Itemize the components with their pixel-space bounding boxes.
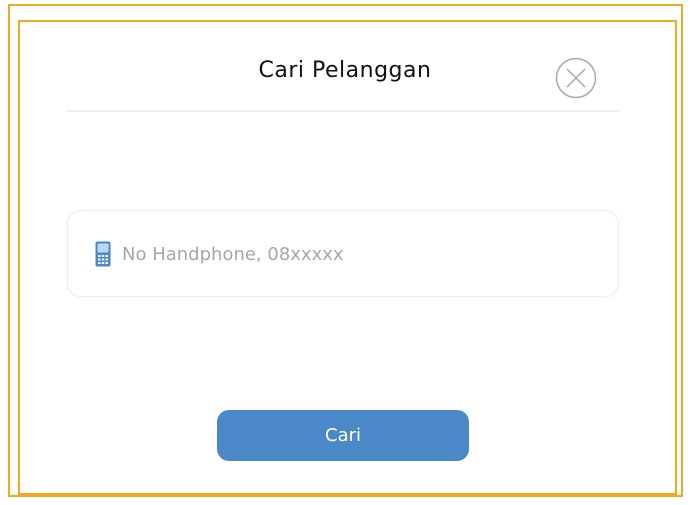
frame-line-left — [18, 20, 20, 495]
close-button[interactable] — [555, 57, 597, 99]
mobile-phone-icon — [95, 241, 111, 267]
phone-input[interactable] — [122, 239, 602, 269]
header-divider — [67, 110, 620, 112]
phone-field[interactable] — [67, 210, 619, 297]
frame-line-top — [18, 20, 677, 22]
search-button[interactable]: Cari — [217, 410, 469, 461]
close-circle-icon — [555, 57, 597, 99]
frame-line-right — [675, 20, 677, 495]
frame-line-bottom — [18, 493, 677, 495]
